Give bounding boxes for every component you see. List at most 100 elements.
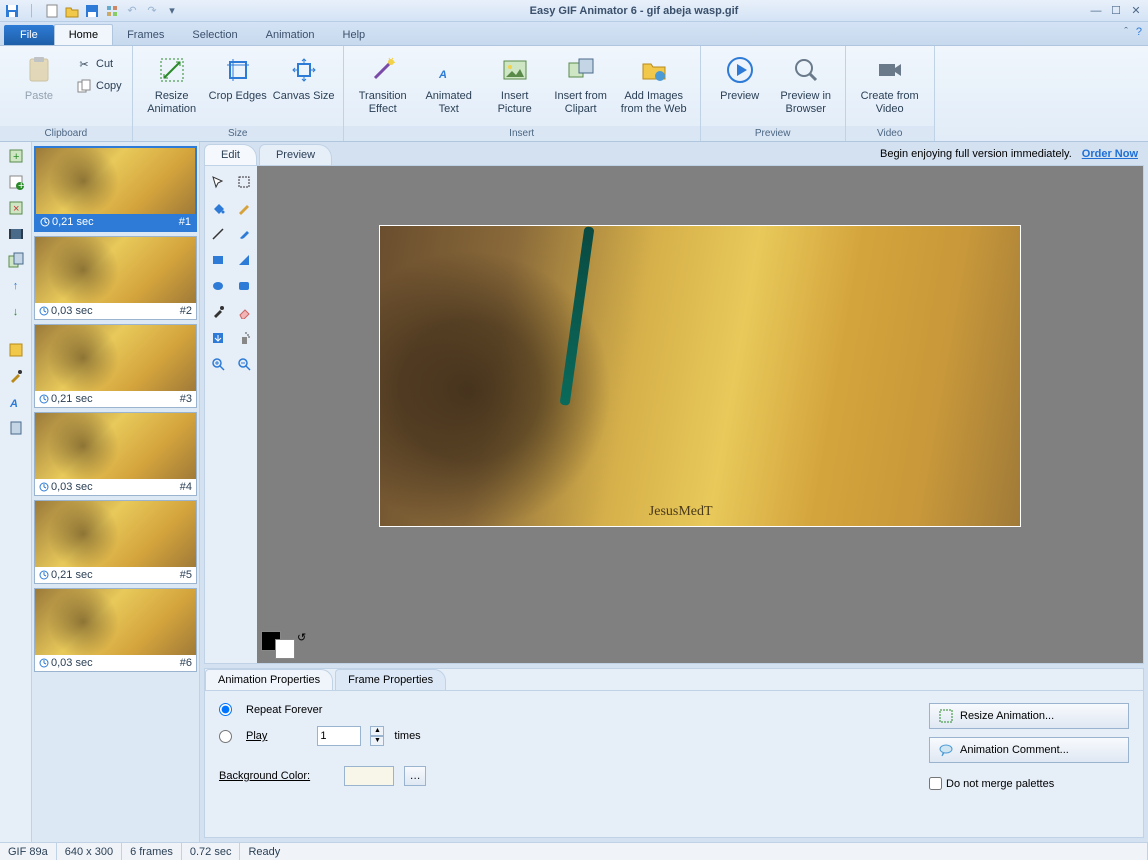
transition-effect-button[interactable]: Transition Effect xyxy=(350,50,416,118)
duplicate-frame-icon[interactable] xyxy=(6,250,26,270)
repeat-forever-radio[interactable] xyxy=(219,703,232,716)
frame-thumb[interactable]: 0,21 sec #3 xyxy=(34,324,197,408)
minimize-icon[interactable]: — xyxy=(1088,3,1104,19)
new-icon[interactable] xyxy=(44,3,60,19)
crop-edges-button[interactable]: Crop Edges xyxy=(205,50,271,105)
play-radio[interactable] xyxy=(219,730,232,743)
frame-number: #1 xyxy=(179,216,191,228)
frame-thumb[interactable]: 0,21 sec #1 xyxy=(34,146,197,232)
frame-thumb[interactable]: 0,03 sec #2 xyxy=(34,236,197,320)
brush-tool-icon[interactable] xyxy=(234,224,254,244)
help-icon[interactable]: ? xyxy=(1136,26,1142,38)
nomerge-row: Do not merge palettes xyxy=(929,777,1129,790)
animated-text-button[interactable]: AAnimated Text xyxy=(416,50,482,118)
preview-browser-button[interactable]: Preview in Browser xyxy=(773,50,839,118)
clipboard-tool-icon[interactable] xyxy=(6,418,26,438)
tab-preview[interactable]: Preview xyxy=(259,144,332,165)
preview-button[interactable]: Preview xyxy=(707,50,773,105)
add-images-web-button[interactable]: Add Images from the Web xyxy=(614,50,694,118)
undo-icon[interactable]: ↶ xyxy=(124,3,140,19)
add-blank-frame-icon[interactable]: + xyxy=(6,172,26,192)
frame-thumb[interactable]: 0,21 sec #5 xyxy=(34,500,197,584)
delete-frame-icon[interactable]: × xyxy=(6,198,26,218)
tab-animation[interactable]: Animation xyxy=(252,25,329,45)
animation-comment-button[interactable]: Animation Comment... xyxy=(929,737,1129,763)
pencil-tool-icon[interactable] xyxy=(234,198,254,218)
background-color[interactable] xyxy=(275,639,295,659)
zoom-out-tool-icon[interactable] xyxy=(234,354,254,374)
resize-animation-props-button[interactable]: Resize Animation... xyxy=(929,703,1129,729)
comment-icon xyxy=(938,742,954,758)
nomerge-checkbox[interactable] xyxy=(929,777,942,790)
move-down-icon[interactable]: ↓ xyxy=(6,302,26,322)
play-times-input[interactable] xyxy=(317,726,361,746)
eyedropper-tool-icon[interactable] xyxy=(208,302,228,322)
rect-tool-icon[interactable] xyxy=(208,250,228,270)
insert-clipart-button[interactable]: Insert from Clipart xyxy=(548,50,614,118)
frame-thumb-info: 0,03 sec #4 xyxy=(35,479,196,495)
line-tool-icon[interactable] xyxy=(208,224,228,244)
rounded-rect-tool-icon[interactable] xyxy=(234,276,254,296)
color-picker-tool-icon[interactable] xyxy=(6,366,26,386)
tab-animation-properties[interactable]: Animation Properties xyxy=(205,669,333,690)
bgcolor-swatch[interactable] xyxy=(344,766,394,786)
play-label: Play xyxy=(246,730,267,742)
save-as-icon[interactable] xyxy=(84,3,100,19)
text-tool-icon[interactable]: A xyxy=(6,392,26,412)
tab-edit[interactable]: Edit xyxy=(204,144,257,165)
add-frame-icon[interactable]: + xyxy=(6,146,26,166)
color-swatches: ↺ xyxy=(261,631,306,659)
paste-icon xyxy=(23,54,55,86)
redo-icon[interactable]: ↷ xyxy=(144,3,160,19)
save-icon[interactable] xyxy=(4,3,20,19)
fill-tool-icon[interactable] xyxy=(208,198,228,218)
zoom-in-tool-icon[interactable] xyxy=(208,354,228,374)
swap-colors-icon[interactable]: ↺ xyxy=(297,631,306,644)
maximize-icon[interactable]: ☐ xyxy=(1108,3,1124,19)
paste-button[interactable]: Paste xyxy=(6,50,72,105)
triangle-tool-icon[interactable] xyxy=(234,250,254,270)
file-tab[interactable]: File xyxy=(4,25,54,45)
properties-panel: Animation Properties Frame Properties Re… xyxy=(204,668,1144,838)
eraser-tool-icon[interactable] xyxy=(234,302,254,322)
marquee-tool-icon[interactable] xyxy=(234,172,254,192)
svg-text:A: A xyxy=(9,398,18,410)
statusbar: GIF 89a 640 x 300 6 frames 0.72 sec Read… xyxy=(0,842,1148,860)
open-icon[interactable] xyxy=(64,3,80,19)
select-tool-icon[interactable] xyxy=(208,172,228,192)
tab-home[interactable]: Home xyxy=(54,24,113,45)
spin-down-button[interactable]: ▼ xyxy=(370,736,384,746)
effects-icon[interactable] xyxy=(6,340,26,360)
ribbon-tabs: File Home Frames Selection Animation Hel… xyxy=(0,22,1148,46)
frames-panel: 0,21 sec #1 0,03 sec #2 0,21 sec #3 0,03… xyxy=(32,142,200,842)
close-icon[interactable]: ✕ xyxy=(1128,3,1144,19)
export-tool-icon[interactable] xyxy=(208,328,228,348)
wand-icon xyxy=(367,54,399,86)
tab-frames[interactable]: Frames xyxy=(113,25,178,45)
tab-frame-properties[interactable]: Frame Properties xyxy=(335,669,446,690)
qat-sep-icon: │ xyxy=(24,3,40,19)
ellipse-tool-icon[interactable] xyxy=(208,276,228,296)
canvas-size-button[interactable]: Canvas Size xyxy=(271,50,337,105)
spray-tool-icon[interactable] xyxy=(234,328,254,348)
bgcolor-picker-button[interactable]: … xyxy=(404,766,426,786)
collapse-ribbon-icon[interactable]: ˆ xyxy=(1124,26,1128,38)
cut-button[interactable]: ✂Cut xyxy=(72,54,126,74)
qat-dropdown-icon[interactable]: ▾ xyxy=(164,3,180,19)
film-icon[interactable] xyxy=(6,224,26,244)
create-from-video-button[interactable]: Create from Video xyxy=(852,50,928,118)
status-frames: 6 frames xyxy=(122,843,182,860)
resize-animation-button[interactable]: Resize Animation xyxy=(139,50,205,118)
canvas-image[interactable]: JesusMedT xyxy=(380,226,1020,526)
move-up-icon[interactable]: ↑ xyxy=(6,276,26,296)
copy-button[interactable]: Copy xyxy=(72,76,126,96)
tab-help[interactable]: Help xyxy=(329,25,380,45)
insert-picture-button[interactable]: Insert Picture xyxy=(482,50,548,118)
order-now-link[interactable]: Order Now xyxy=(1082,148,1138,160)
spin-up-button[interactable]: ▲ xyxy=(370,726,384,736)
tab-selection[interactable]: Selection xyxy=(178,25,251,45)
frame-thumb[interactable]: 0,03 sec #6 xyxy=(34,588,197,672)
canvas-scroll[interactable]: JesusMedT xyxy=(257,166,1143,663)
wizard-icon[interactable] xyxy=(104,3,120,19)
frame-thumb[interactable]: 0,03 sec #4 xyxy=(34,412,197,496)
